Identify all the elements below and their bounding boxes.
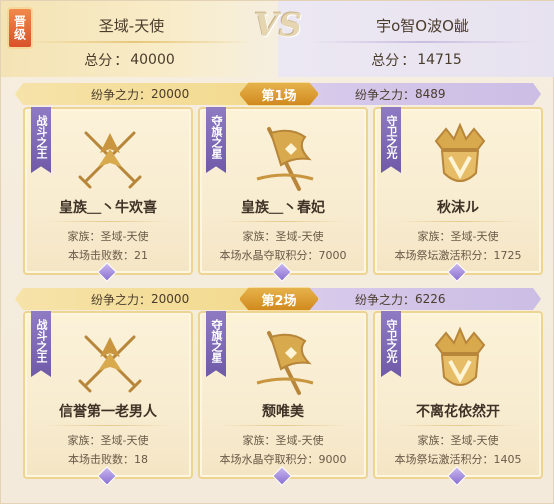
right-team-panel: 宇o智O波O龇 总分 ： 14715 [278,1,554,77]
left-team-name: 圣域-天使 [98,16,165,35]
round-2-card-flag[interactable]: 夺旗之星 颓唯美 家族：圣域-天使 本场水晶夺取积分：9000 [198,311,368,486]
promotion-badge: 晋级 [7,7,33,49]
battle-result-panel: 圣域-天使 总分 ： 40000 宇o智O波O龇 总分 ： 14715 晋级 V… [0,0,554,504]
round-1-card-guardian[interactable]: 守卫之光 秋沫ル 家族：圣域-天使 本场祭坛激活积分：1725 [373,107,543,282]
gem-icon [97,466,117,486]
gem-icon [447,262,467,282]
right-team-name: 宇o智O波O龇 [376,16,469,35]
gem-icon [272,262,292,282]
match-header: 圣域-天使 总分 ： 40000 宇o智O波O龇 总分 ： 14715 晋级 V… [1,1,554,77]
player-stat: 本场祭坛激活积分：1725 [394,249,522,262]
right-score-label: 总分 [371,53,400,69]
player-name: 信誉第一老男人 [59,404,157,420]
player-name: 秋沫ル [437,200,479,216]
player-stat: 本场击败数：18 [68,453,148,466]
round-1-bar: 纷争之力： 20000 纷争之力： 8489 第1场 [15,83,541,105]
player-stat: 本场水晶夺取积分：9000 [219,453,347,466]
player-name: 皇族＿丶牛欢喜 [59,200,157,216]
card-tag: 战斗之王 [31,311,51,377]
right-team-divider [308,41,538,43]
player-name: 颓唯美 [262,404,304,420]
round-2-left-power: 纷争之力： 20000 [91,292,190,307]
card-tag: 守卫之光 [381,107,401,173]
player-family: 家族：圣域-天使 [417,434,499,447]
round-1-label: 第1场 [239,82,319,106]
crossed-swords-icon [72,119,148,195]
player-family: 家族：圣域-天使 [242,434,324,447]
player-family: 家族：圣域-天使 [417,230,499,243]
round-1-card-warrior[interactable]: 战斗之王 皇族＿丶牛欢喜 家族：圣域-天使 本场击败数：21 [23,107,193,282]
crossed-swords-icon [72,323,148,399]
right-score-value: 14715 [417,52,462,68]
gem-icon [97,262,117,282]
player-stat: 本场祭坛激活积分：1405 [394,453,522,466]
round-2-right-power: 纷争之力： 6226 [355,292,446,307]
round-1-left-power: 纷争之力： 20000 [91,87,190,102]
round-2-label: 第2场 [239,287,319,311]
left-team-score: 总分 ： 40000 [84,52,175,69]
left-team-divider [21,41,251,43]
player-family: 家族：圣域-天使 [242,230,324,243]
round-2-bar: 纷争之力： 20000 纷争之力： 6226 第2场 [15,288,541,310]
round-1-right-power: 纷争之力： 8489 [355,87,446,102]
crown-shield-icon [422,119,498,195]
round-2-card-warrior[interactable]: 战斗之王 信誉第一老男人 家族：圣域-天使 本场击败数：18 [23,311,193,486]
gem-icon [272,466,292,486]
vs-icon: VS [254,6,302,44]
flag-icon [247,323,323,399]
player-stat: 本场击败数：21 [68,249,148,262]
player-name: 不离花依然开 [416,404,500,420]
player-stat: 本场水晶夺取积分：7000 [219,249,347,262]
card-tag: 夺旗之星 [206,311,226,377]
card-tag: 夺旗之星 [206,107,226,173]
card-tag: 战斗之王 [31,107,51,173]
player-family: 家族：圣域-天使 [67,434,149,447]
round-1-card-flag[interactable]: 夺旗之星 皇族＿丶春妃 家族：圣域-天使 本场水晶夺取积分：7000 [198,107,368,282]
player-family: 家族：圣域-天使 [67,230,149,243]
left-team-panel: 圣域-天使 总分 ： 40000 [1,1,278,77]
card-tag: 守卫之光 [381,311,401,377]
left-score-label: 总分 [84,53,113,69]
round-2-card-guardian[interactable]: 守卫之光 不离花依然开 家族：圣域-天使 本场祭坛激活积分：1405 [373,311,543,486]
flag-icon [247,119,323,195]
left-score-value: 40000 [130,52,175,68]
right-team-score: 总分 ： 14715 [371,52,462,69]
crown-shield-icon [422,323,498,399]
player-name: 皇族＿丶春妃 [241,200,325,216]
gem-icon [447,466,467,486]
